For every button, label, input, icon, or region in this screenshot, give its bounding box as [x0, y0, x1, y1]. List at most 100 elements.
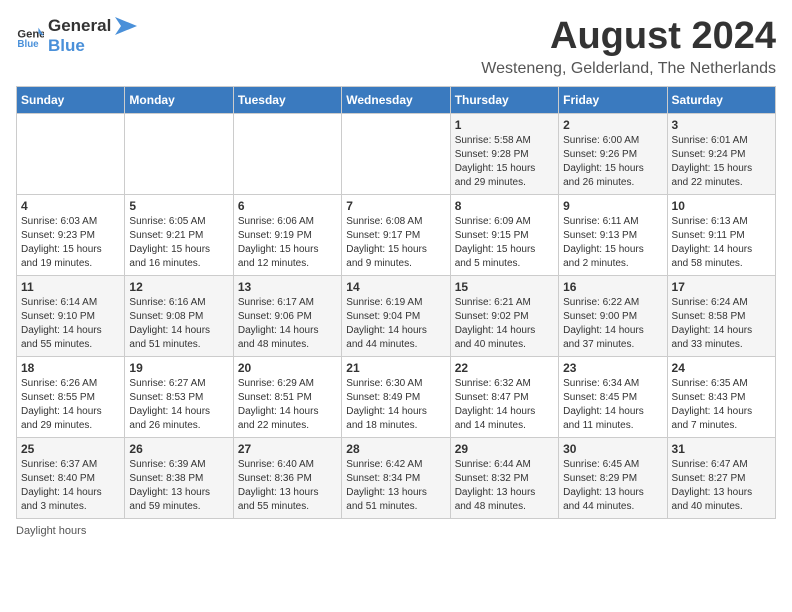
calendar-day-cell — [17, 113, 125, 194]
footer: Daylight hours — [16, 525, 776, 537]
calendar-day-cell: 12Sunrise: 6:16 AM Sunset: 9:08 PM Dayli… — [125, 275, 233, 356]
day-info: Sunrise: 6:11 AM Sunset: 9:13 PM Dayligh… — [563, 215, 662, 271]
calendar-header-cell: Saturday — [667, 86, 775, 113]
day-info: Sunrise: 5:58 AM Sunset: 9:28 PM Dayligh… — [455, 134, 554, 190]
calendar-header-cell: Monday — [125, 86, 233, 113]
calendar-day-cell: 26 Sunrise: 6:39 AM Sunset: 8:38 PM Dayli… — [125, 437, 233, 518]
day-number: 4 — [21, 199, 120, 213]
day-number: 25 — [21, 442, 120, 456]
day-info: Sunrise: 6:34 AM Sunset: 8:45 PM Dayligh… — [563, 377, 662, 433]
day-number: 30 — [563, 442, 662, 456]
day-number: 3 — [672, 118, 771, 132]
day-number: 6 — [238, 199, 337, 213]
calendar-header-cell: Wednesday — [342, 86, 450, 113]
calendar-day-cell: 6 Sunrise: 6:06 AM Sunset: 9:19 PM Daylig… — [233, 194, 341, 275]
day-number: 9 — [563, 199, 662, 213]
calendar-day-cell: 25 Sunrise: 6:37 AM Sunset: 8:40 PM Dayli… — [17, 437, 125, 518]
logo-icon: General Blue — [16, 22, 44, 50]
day-number: 17 — [672, 280, 771, 294]
calendar-day-cell: 1Sunrise: 5:58 AM Sunset: 9:28 PM Daylig… — [450, 113, 558, 194]
day-number: 12 — [129, 280, 228, 294]
calendar-day-cell: 24Sunrise: 6:35 AM Sunset: 8:43 PM Dayli… — [667, 356, 775, 437]
day-number: 22 — [455, 361, 554, 375]
day-number: 7 — [346, 199, 445, 213]
day-number: 23 — [563, 361, 662, 375]
day-number: 20 — [238, 361, 337, 375]
calendar-day-cell: 4 Sunrise: 6:03 AM Sunset: 9:23 PM Daylig… — [17, 194, 125, 275]
day-info: Sunrise: 6:35 AM Sunset: 8:43 PM Dayligh… — [672, 377, 771, 433]
calendar-day-cell: 14 Sunrise: 6:19 AM Sunset: 9:04 PM Dayli… — [342, 275, 450, 356]
calendar-day-cell: 9 Sunrise: 6:11 AM Sunset: 9:13 PM Daylig… — [559, 194, 667, 275]
day-number: 27 — [238, 442, 337, 456]
calendar-week-row: 25 Sunrise: 6:37 AM Sunset: 8:40 PM Dayli… — [17, 437, 776, 518]
day-number: 29 — [455, 442, 554, 456]
calendar-week-row: 11Sunrise: 6:14 AM Sunset: 9:10 PM Dayli… — [17, 275, 776, 356]
calendar-header-cell: Tuesday — [233, 86, 341, 113]
header: General Blue General Blue August 2024 We… — [16, 16, 776, 78]
calendar-day-cell: 22 Sunrise: 6:32 AM Sunset: 8:47 PM Dayli… — [450, 356, 558, 437]
day-number: 11 — [21, 280, 120, 294]
day-info: Sunrise: 6:32 AM Sunset: 8:47 PM Dayligh… — [455, 377, 554, 433]
calendar-day-cell: 2Sunrise: 6:00 AM Sunset: 9:26 PM Daylig… — [559, 113, 667, 194]
day-info: Sunrise: 6:03 AM Sunset: 9:23 PM Dayligh… — [21, 215, 120, 271]
day-info: Sunrise: 6:37 AM Sunset: 8:40 PM Dayligh… — [21, 458, 120, 514]
calendar-day-cell: 3 Sunrise: 6:01 AM Sunset: 9:24 PM Daylig… — [667, 113, 775, 194]
calendar-day-cell: 8 Sunrise: 6:09 AM Sunset: 9:15 PM Daylig… — [450, 194, 558, 275]
calendar-day-cell — [342, 113, 450, 194]
day-number: 26 — [129, 442, 228, 456]
day-number: 16 — [563, 280, 662, 294]
calendar-day-cell: 28 Sunrise: 6:42 AM Sunset: 8:34 PM Dayli… — [342, 437, 450, 518]
day-number: 8 — [455, 199, 554, 213]
calendar-week-row: 1Sunrise: 5:58 AM Sunset: 9:28 PM Daylig… — [17, 113, 776, 194]
calendar-day-cell: 5 Sunrise: 6:05 AM Sunset: 9:21 PM Daylig… — [125, 194, 233, 275]
calendar-header-cell: Sunday — [17, 86, 125, 113]
calendar-day-cell: 18Sunrise: 6:26 AM Sunset: 8:55 PM Dayli… — [17, 356, 125, 437]
day-info: Sunrise: 6:45 AM Sunset: 8:29 PM Dayligh… — [563, 458, 662, 514]
day-number: 15 — [455, 280, 554, 294]
day-number: 13 — [238, 280, 337, 294]
day-number: 5 — [129, 199, 228, 213]
day-info: Sunrise: 6:47 AM Sunset: 8:27 PM Dayligh… — [672, 458, 771, 514]
day-info: Sunrise: 6:24 AM Sunset: 8:58 PM Dayligh… — [672, 296, 771, 352]
calendar-header-cell: Thursday — [450, 86, 558, 113]
calendar-header-cell: Friday — [559, 86, 667, 113]
day-number: 28 — [346, 442, 445, 456]
day-info: Sunrise: 6:13 AM Sunset: 9:11 PM Dayligh… — [672, 215, 771, 271]
day-info: Sunrise: 6:30 AM Sunset: 8:49 PM Dayligh… — [346, 377, 445, 433]
day-number: 31 — [672, 442, 771, 456]
day-info: Sunrise: 6:39 AM Sunset: 8:38 PM Dayligh… — [129, 458, 228, 514]
calendar-day-cell: 30 Sunrise: 6:45 AM Sunset: 8:29 PM Dayli… — [559, 437, 667, 518]
day-number: 10 — [672, 199, 771, 213]
calendar-day-cell: 21 Sunrise: 6:30 AM Sunset: 8:49 PM Dayli… — [342, 356, 450, 437]
calendar-day-cell: 7 Sunrise: 6:08 AM Sunset: 9:17 PM Daylig… — [342, 194, 450, 275]
svg-text:Blue: Blue — [17, 39, 39, 50]
calendar-day-cell: 31 Sunrise: 6:47 AM Sunset: 8:27 PM Dayli… — [667, 437, 775, 518]
day-number: 14 — [346, 280, 445, 294]
calendar-table: SundayMondayTuesdayWednesdayThursdayFrid… — [16, 86, 776, 519]
day-info: Sunrise: 6:05 AM Sunset: 9:21 PM Dayligh… — [129, 215, 228, 271]
day-info: Sunrise: 6:01 AM Sunset: 9:24 PM Dayligh… — [672, 134, 771, 190]
month-title: August 2024 — [481, 16, 776, 58]
day-info: Sunrise: 6:27 AM Sunset: 8:53 PM Dayligh… — [129, 377, 228, 433]
day-info: Sunrise: 6:08 AM Sunset: 9:17 PM Dayligh… — [346, 215, 445, 271]
day-info: Sunrise: 6:44 AM Sunset: 8:32 PM Dayligh… — [455, 458, 554, 514]
daylight-label: Daylight hours — [16, 525, 86, 537]
day-number: 2 — [563, 118, 662, 132]
day-number: 21 — [346, 361, 445, 375]
logo: General Blue General Blue — [16, 16, 137, 56]
day-info: Sunrise: 6:09 AM Sunset: 9:15 PM Dayligh… — [455, 215, 554, 271]
day-info: Sunrise: 6:17 AM Sunset: 9:06 PM Dayligh… — [238, 296, 337, 352]
calendar-day-cell: 29 Sunrise: 6:44 AM Sunset: 8:32 PM Dayli… — [450, 437, 558, 518]
day-info: Sunrise: 6:06 AM Sunset: 9:19 PM Dayligh… — [238, 215, 337, 271]
day-info: Sunrise: 6:42 AM Sunset: 8:34 PM Dayligh… — [346, 458, 445, 514]
day-info: Sunrise: 6:19 AM Sunset: 9:04 PM Dayligh… — [346, 296, 445, 352]
day-number: 19 — [129, 361, 228, 375]
day-number: 18 — [21, 361, 120, 375]
day-info: Sunrise: 6:21 AM Sunset: 9:02 PM Dayligh… — [455, 296, 554, 352]
calendar-body: 1Sunrise: 5:58 AM Sunset: 9:28 PM Daylig… — [17, 113, 776, 518]
calendar-week-row: 18Sunrise: 6:26 AM Sunset: 8:55 PM Dayli… — [17, 356, 776, 437]
calendar-day-cell: 16Sunrise: 6:22 AM Sunset: 9:00 PM Dayli… — [559, 275, 667, 356]
calendar-day-cell: 19 Sunrise: 6:27 AM Sunset: 8:53 PM Dayli… — [125, 356, 233, 437]
subtitle: Westeneng, Gelderland, The Netherlands — [481, 60, 776, 78]
calendar-day-cell: 20Sunrise: 6:29 AM Sunset: 8:51 PM Dayli… — [233, 356, 341, 437]
